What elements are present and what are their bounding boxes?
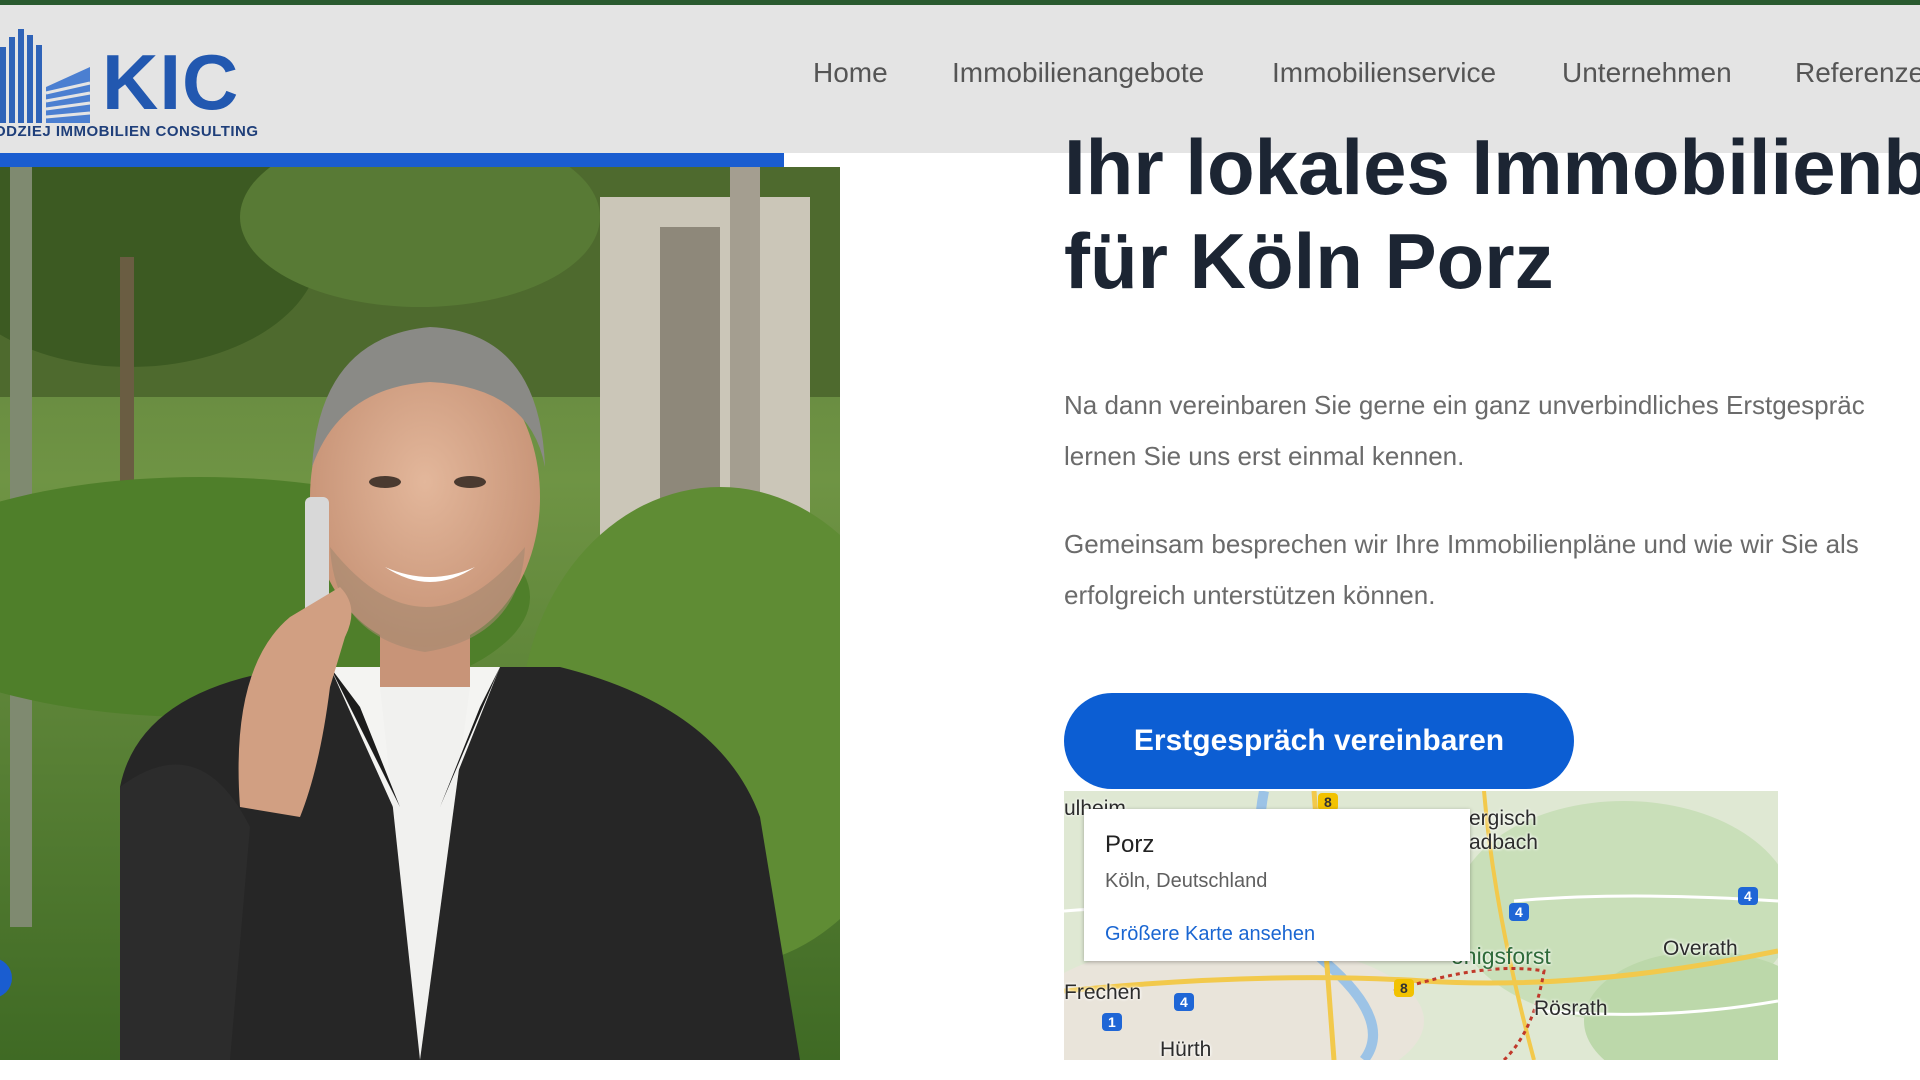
road-shield-icon: 1 bbox=[1102, 1013, 1122, 1031]
road-shield-icon: 4 bbox=[1174, 993, 1194, 1011]
hero-photo bbox=[0, 167, 840, 1060]
headline-line-1: Ihr lokales Immobilienbu bbox=[1064, 123, 1920, 211]
road-shield-icon: 8 bbox=[1394, 979, 1414, 997]
road-shield-icon: 4 bbox=[1509, 903, 1529, 921]
map-label-roesrath: Rösrath bbox=[1534, 997, 1608, 1020]
nav-item-immobilienservice[interactable]: Immobilienservice bbox=[1272, 57, 1496, 89]
view-larger-map-link[interactable]: Größere Karte ansehen bbox=[1105, 923, 1315, 946]
page: KIC ODZIEJ IMMOBILIEN CONSULTING Home Im… bbox=[0, 0, 1920, 1080]
hero-headline: Ihr lokales Immobilienbu für Köln Porz bbox=[1064, 120, 1920, 308]
place-location: Köln, Deutschland bbox=[1105, 870, 1268, 892]
header-accent-bar bbox=[0, 153, 784, 167]
planning-paragraph: Gemeinsam besprechen wir Ihre Immobilien… bbox=[1064, 519, 1920, 621]
nav-item-home[interactable]: Home bbox=[813, 57, 888, 89]
nav-item-referenzen[interactable]: Referenze bbox=[1795, 57, 1920, 89]
map-label-overath: Overath bbox=[1663, 937, 1738, 960]
book-consultation-button[interactable]: Erstgespräch vereinbaren bbox=[1064, 693, 1574, 789]
place-name: Porz bbox=[1105, 831, 1155, 858]
nav-item-unternehmen[interactable]: Unternehmen bbox=[1562, 57, 1732, 89]
embedded-map[interactable]: ulheim ergisch adbach önigsforst Overath… bbox=[1064, 791, 1778, 1060]
map-place-card: Porz Köln, Deutschland Größere Karte ans… bbox=[1084, 809, 1470, 961]
headline-line-2: für Köln Porz bbox=[1064, 217, 1554, 305]
nav-item-immobilienangebote[interactable]: Immobilienangebote bbox=[952, 57, 1204, 89]
intro-paragraph-line-1: Na dann vereinbaren Sie gerne ein ganz u… bbox=[1064, 390, 1865, 420]
intro-paragraph: Na dann vereinbaren Sie gerne ein ganz u… bbox=[1064, 380, 1920, 482]
map-label-bergisch: ergisch bbox=[1469, 807, 1537, 830]
portrait-image bbox=[0, 167, 840, 1060]
planning-paragraph-line-1: Gemeinsam besprechen wir Ihre Immobilien… bbox=[1064, 529, 1859, 559]
road-shield-icon: 4 bbox=[1738, 887, 1758, 905]
map-label-gladbach: adbach bbox=[1469, 831, 1538, 854]
map-label-huerth: Hürth bbox=[1160, 1038, 1212, 1060]
map-label-frechen: Frechen bbox=[1064, 981, 1142, 1004]
intro-paragraph-line-2: lernen Sie uns erst einmal kennen. bbox=[1064, 441, 1465, 471]
planning-paragraph-line-2: erfolgreich unterstützen können. bbox=[1064, 580, 1436, 610]
